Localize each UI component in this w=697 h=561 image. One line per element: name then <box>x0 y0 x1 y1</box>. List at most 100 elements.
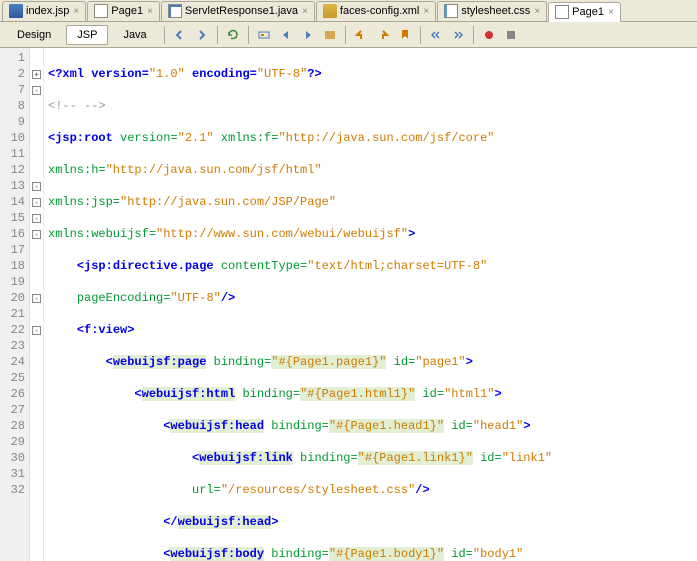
file-type-icon <box>9 4 23 18</box>
refresh-icon[interactable] <box>224 26 242 44</box>
line-number: 30 <box>0 450 25 466</box>
jsp-view-button[interactable]: JSP <box>66 25 108 45</box>
line-number: 12 <box>0 162 25 178</box>
file-tab[interactable]: ServletResponse1.java × <box>161 1 315 21</box>
fold-marker <box>30 242 43 258</box>
file-tab[interactable]: stylesheet.css × <box>437 1 547 21</box>
line-number: 22 <box>0 322 25 338</box>
file-tab[interactable]: index.jsp × <box>2 1 86 21</box>
find-selection-icon[interactable] <box>255 26 273 44</box>
line-number: 29 <box>0 434 25 450</box>
line-number: 28 <box>0 418 25 434</box>
fold-marker <box>30 482 43 498</box>
tab-label: index.jsp <box>26 5 69 17</box>
macro-stop-icon[interactable] <box>502 26 520 44</box>
separator <box>473 26 474 44</box>
line-number: 8 <box>0 98 25 114</box>
file-tab[interactable]: Page1 × <box>548 2 621 22</box>
previous-bookmark-icon[interactable] <box>352 26 370 44</box>
fold-marker <box>30 146 43 162</box>
line-number: 17 <box>0 242 25 258</box>
code-editor[interactable]: 1278910111213141516171819202122232425262… <box>0 48 697 561</box>
separator <box>420 26 421 44</box>
file-type-icon <box>168 4 182 18</box>
line-number: 27 <box>0 402 25 418</box>
file-tab[interactable]: Page1 × <box>87 1 160 21</box>
fold-marker <box>30 338 43 354</box>
fold-marker[interactable]: - <box>30 194 43 210</box>
comment: <!-- --> <box>48 99 106 113</box>
line-number: 9 <box>0 114 25 130</box>
line-number: 21 <box>0 306 25 322</box>
fold-marker <box>30 434 43 450</box>
java-view-button[interactable]: Java <box>112 25 157 45</box>
fold-marker[interactable]: - <box>30 322 43 338</box>
tab-label: ServletResponse1.java <box>185 5 298 17</box>
line-number: 19 <box>0 274 25 290</box>
design-view-button[interactable]: Design <box>6 25 62 45</box>
tab-label: Page1 <box>111 5 143 17</box>
line-number-gutter: 1278910111213141516171819202122232425262… <box>0 48 30 561</box>
line-number: 20 <box>0 290 25 306</box>
close-icon[interactable]: × <box>147 6 153 17</box>
code-area[interactable]: <?xml version="1.0" encoding="UTF-8"?> <… <box>44 48 697 561</box>
macro-record-icon[interactable] <box>480 26 498 44</box>
fold-marker[interactable]: - <box>30 290 43 306</box>
history-back-icon[interactable] <box>171 26 189 44</box>
fold-marker <box>30 466 43 482</box>
line-number: 2 <box>0 66 25 82</box>
line-number: 26 <box>0 386 25 402</box>
file-tab[interactable]: faces-config.xml × <box>316 1 436 21</box>
tab-label: faces-config.xml <box>340 5 419 17</box>
line-number: 24 <box>0 354 25 370</box>
fold-marker <box>30 98 43 114</box>
fold-marker <box>30 386 43 402</box>
close-icon[interactable]: × <box>73 6 79 17</box>
fold-marker <box>30 418 43 434</box>
fold-marker[interactable]: - <box>30 210 43 226</box>
file-type-icon <box>555 5 569 19</box>
line-number: 14 <box>0 194 25 210</box>
find-next-icon[interactable] <box>299 26 317 44</box>
tab-label: stylesheet.css <box>461 5 530 17</box>
line-number: 31 <box>0 466 25 482</box>
xml-decl: <?xml version= <box>48 67 149 81</box>
line-number: 18 <box>0 258 25 274</box>
fold-marker <box>30 370 43 386</box>
fold-marker <box>30 354 43 370</box>
fold-marker <box>30 114 43 130</box>
fold-marker <box>30 130 43 146</box>
toggle-highlight-icon[interactable] <box>321 26 339 44</box>
file-type-icon <box>323 4 337 18</box>
line-number: 23 <box>0 338 25 354</box>
shift-right-icon[interactable] <box>449 26 467 44</box>
separator <box>248 26 249 44</box>
fold-marker[interactable]: - <box>30 178 43 194</box>
line-number: 7 <box>0 82 25 98</box>
tab-label: Page1 <box>572 6 604 18</box>
line-number: 25 <box>0 370 25 386</box>
close-icon[interactable]: × <box>302 6 308 17</box>
line-number: 1 <box>0 50 25 66</box>
separator <box>217 26 218 44</box>
fold-marker <box>30 258 43 274</box>
separator <box>345 26 346 44</box>
fold-marker[interactable]: + <box>30 66 43 82</box>
fold-marker[interactable]: - <box>30 82 43 98</box>
toggle-bookmark-icon[interactable] <box>396 26 414 44</box>
fold-marker <box>30 306 43 322</box>
fold-column: +------- <box>30 48 44 561</box>
line-number: 16 <box>0 226 25 242</box>
close-icon[interactable]: × <box>608 7 614 18</box>
history-forward-icon[interactable] <box>193 26 211 44</box>
next-bookmark-icon[interactable] <box>374 26 392 44</box>
file-type-icon <box>444 4 458 18</box>
line-number: 15 <box>0 210 25 226</box>
shift-left-icon[interactable] <box>427 26 445 44</box>
close-icon[interactable]: × <box>534 6 540 17</box>
fold-marker <box>30 274 43 290</box>
fold-marker[interactable]: - <box>30 226 43 242</box>
file-type-icon <box>94 4 108 18</box>
find-previous-icon[interactable] <box>277 26 295 44</box>
close-icon[interactable]: × <box>423 6 429 17</box>
